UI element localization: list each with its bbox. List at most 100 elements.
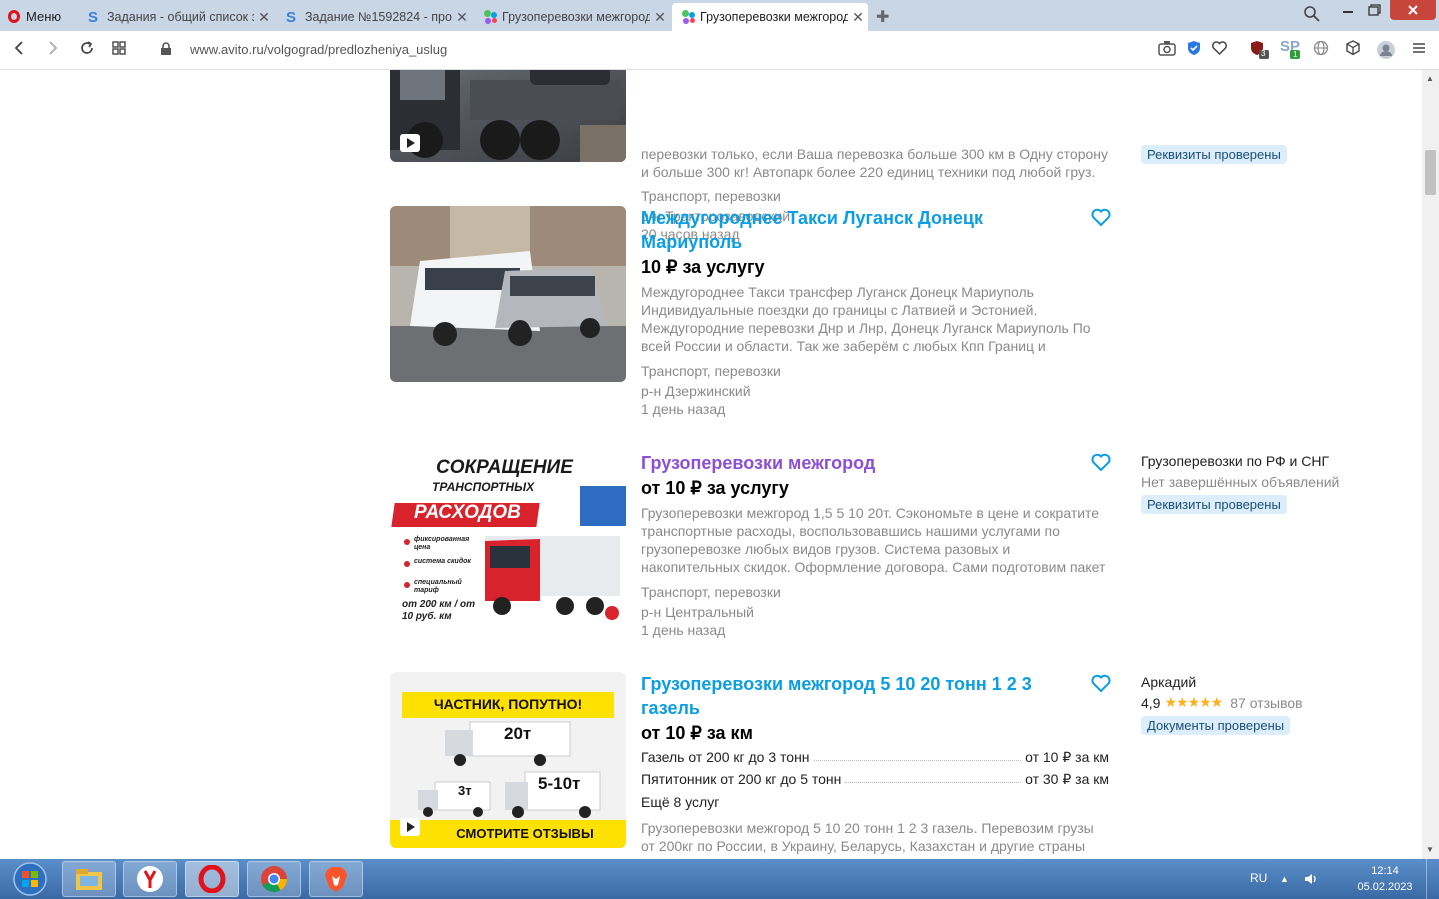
reviews-count: 87 отзывов [1230, 694, 1303, 711]
lock-icon[interactable] [160, 41, 172, 61]
brave-taskbar-button[interactable] [309, 861, 363, 897]
video-play-icon[interactable] [400, 818, 420, 836]
reload-icon[interactable] [79, 40, 95, 61]
seller-rating[interactable]: 4,9 ★★★★★ 87 отзывов [1141, 694, 1303, 711]
listing-card: СОКРАЩЕНИЕ ТРАНСПОРТНЫХ РАСХОДОВ фиксиро… [390, 451, 1350, 651]
maximize-button[interactable] [1362, 0, 1388, 20]
service-name: Газель от 200 кг до 3 тонн [641, 749, 810, 765]
url-field[interactable]: www.avito.ru/volgograd/predlozheniya_usl… [190, 42, 447, 57]
close-icon[interactable]: ✕ [452, 9, 472, 26]
minimize-button[interactable] [1335, 0, 1361, 20]
adblock-shield-icon[interactable] [1186, 40, 1202, 60]
extension-sp-icon[interactable]: SP 1 [1280, 38, 1301, 59]
listing-district: р-н Дзержинский [641, 383, 751, 399]
new-tab-plus-icon[interactable]: ✚ [876, 7, 889, 27]
speed-dial-icon[interactable] [111, 40, 127, 61]
truck-size-label: 5-10т [538, 774, 581, 793]
scroll-up-arrow-icon[interactable]: ▲ [1426, 74, 1434, 83]
banner-bullet: фиксированная цена [414, 536, 470, 551]
verified-badge: Реквизиты проверены [1141, 145, 1287, 164]
search-tabs-icon[interactable] [1303, 5, 1321, 28]
close-icon[interactable]: ✕ [848, 9, 868, 26]
page-scrollbar[interactable]: ▲ ▼ [1422, 70, 1439, 859]
listing-description: Грузоперевозки межгород 5 10 20 тонн 1 2… [641, 820, 1094, 854]
video-play-icon[interactable] [400, 134, 420, 152]
yandex-browser-taskbar-button[interactable] [123, 861, 177, 897]
tab-4-active[interactable]: Грузоперевозки межгород ✕ [672, 3, 868, 31]
listing-price: 10 ₽ за услугу [641, 257, 765, 277]
browser-tab-bar: Меню S Задания - общий список з ✕ S Зада… [0, 0, 1439, 31]
extensions-cube-icon[interactable] [1345, 40, 1361, 60]
tab-title: Задание №1592824 - про [305, 10, 452, 24]
extension-badge-count: 1 [1290, 50, 1301, 59]
banner-top-text: ЧАСТНИК, ПОПУТНО! [433, 696, 583, 712]
banner-highlight: РАСХОДОВ [414, 502, 521, 523]
tab-title: Грузоперевозки межгород [700, 10, 848, 24]
listing-photo-trucks-yellow[interactable]: ЧАСТНИК, ПОПУТНО! 20т 3т 5-10т СМОТРИТЕ … [390, 672, 626, 848]
listing-description: перевозки только, если Ваша перевозка бо… [641, 146, 1109, 180]
scrollbar-thumb[interactable] [1425, 150, 1436, 195]
snapshot-camera-icon[interactable] [1158, 40, 1176, 60]
listing-price: от 10 ₽ за услугу [641, 478, 789, 498]
service-row: Пятитонник от 200 кг до 5 тонн от 30 ₽ з… [641, 771, 1109, 788]
banner-bullet: специальный тариф [414, 579, 462, 594]
more-services-link[interactable]: Ещё 8 услуг [641, 793, 719, 812]
favorite-heart-icon[interactable] [1090, 451, 1112, 473]
listing-category: Транспорт, перевозки [641, 584, 781, 600]
favorite-heart-icon[interactable] [1090, 206, 1112, 228]
start-button[interactable] [2, 861, 58, 897]
easy-setup-menu-icon[interactable] [1411, 40, 1427, 60]
service-row: Газель от 200 кг до 3 тонн от 10 ₽ за км [641, 749, 1109, 766]
clock-date: 05.02.2023 [1357, 881, 1413, 893]
tab-1[interactable]: S Задания - общий список з ✕ [78, 3, 274, 31]
back-icon[interactable] [12, 40, 26, 61]
listing-category: Транспорт, перевозки [641, 363, 781, 379]
listing-card: ЧАСТНИК, ПОПУТНО! 20т 3т 5-10т СМОТРИТЕ … [390, 672, 1350, 859]
opera-menu-button[interactable]: Меню [8, 5, 61, 27]
system-clock[interactable]: 12:14 05.02.2023 [1350, 863, 1420, 895]
profile-avatar-icon[interactable] [1376, 40, 1396, 64]
service-price: от 30 ₽ за км [1025, 771, 1109, 787]
show-desktop-button[interactable] [1426, 859, 1439, 899]
favorite-heart-icon[interactable] [1090, 672, 1112, 694]
page-content: перевозки только, если Ваша перевозка бо… [0, 70, 1422, 859]
extension-ublock-icon[interactable]: 3 [1250, 40, 1272, 64]
listing-title-link[interactable]: Грузоперевозки межгород [641, 451, 1061, 475]
sp-icon: S [88, 8, 99, 26]
listing-photo-banner[interactable]: СОКРАЩЕНИЕ ТРАНСПОРТНЫХ РАСХОДОВ фиксиро… [390, 451, 626, 627]
close-window-button[interactable] [1390, 0, 1436, 20]
listing-title-link[interactable]: Междугороднее Такси Луганск Донецк Мариу… [641, 206, 1061, 254]
listing-title-link[interactable]: Грузоперевозки межгород 5 10 20 тонн 1 2… [641, 672, 1061, 720]
scroll-down-arrow-icon[interactable]: ▼ [1426, 845, 1434, 854]
listing-photo-minibus[interactable] [390, 206, 626, 382]
listing-category: Транспорт, перевозки [641, 188, 781, 204]
banner-price-note: от 200 км / от 10 руб. км [402, 599, 476, 622]
clock-time: 12:14 [1371, 865, 1399, 877]
tab-title: Грузоперевозки межгород [502, 10, 650, 24]
close-icon[interactable]: ✕ [650, 9, 670, 26]
language-indicator[interactable]: RU [1250, 871, 1267, 885]
opera-taskbar-button[interactable] [185, 861, 239, 897]
rating-stars-icon: ★★★★★ [1164, 694, 1223, 710]
seller-name-link[interactable]: Грузоперевозки по РФ и СНГ [1141, 453, 1329, 469]
bookmark-heart-icon[interactable] [1211, 40, 1228, 60]
tab-3[interactable]: Грузоперевозки межгород ✕ [474, 3, 670, 31]
seller-subtitle: Нет завершённых объявлений [1141, 474, 1340, 490]
listing-photo-truck[interactable] [390, 70, 626, 162]
explorer-taskbar-button[interactable] [62, 861, 116, 897]
chrome-taskbar-button[interactable] [247, 861, 301, 897]
vpn-globe-icon[interactable] [1313, 40, 1329, 60]
verified-badge: Реквизиты проверены [1141, 495, 1287, 514]
opera-logo-icon [8, 9, 20, 23]
tab-2[interactable]: S Задание №1592824 - про ✕ [276, 3, 472, 31]
close-icon[interactable]: ✕ [254, 9, 274, 26]
listing-district: р-н Центральный [641, 604, 755, 620]
verified-badge: Документы проверены [1141, 716, 1291, 735]
volume-speaker-icon[interactable] [1303, 871, 1319, 892]
seller-name-link[interactable]: Аркадий [1141, 674, 1196, 690]
dotted-leader [845, 771, 1022, 783]
show-hidden-icons-arrow-icon[interactable]: ▲ [1280, 874, 1289, 884]
banner-bottom-text: СМОТРИТЕ ОТЗЫВЫ [456, 826, 594, 841]
tab-title: Задания - общий список з [107, 10, 254, 24]
forward-icon[interactable] [46, 40, 60, 61]
